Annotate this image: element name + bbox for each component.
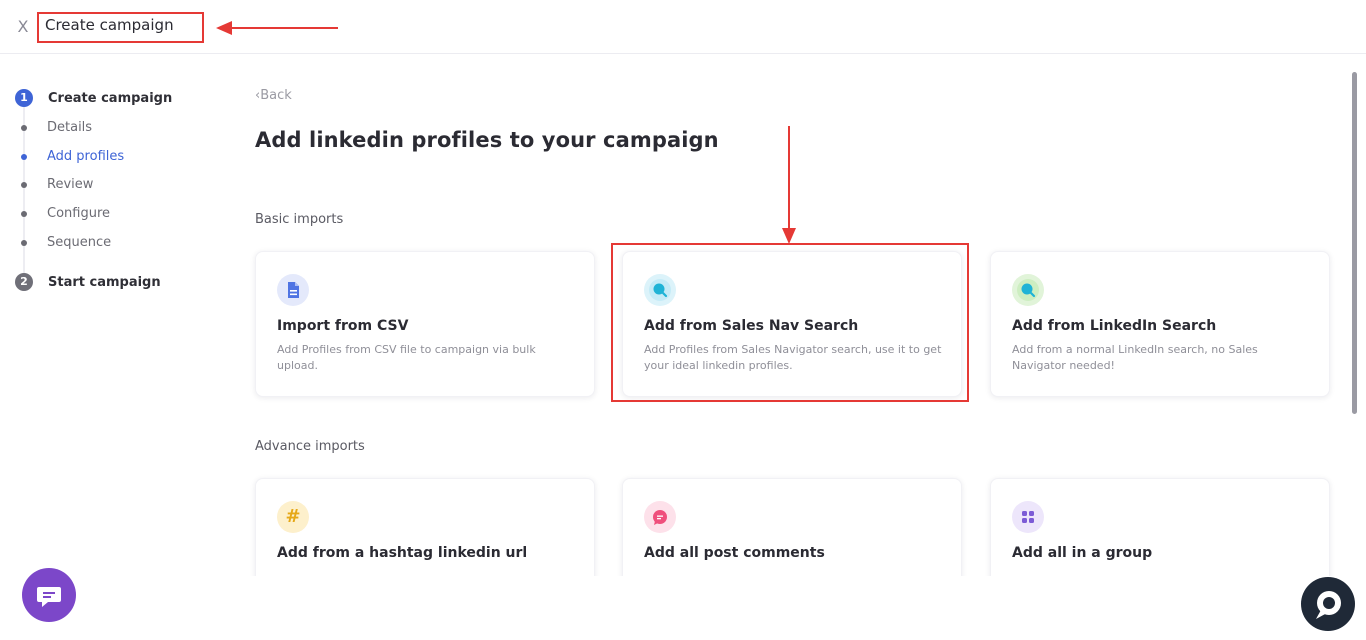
chat-icon: [37, 587, 61, 607]
substep-dot: [21, 125, 27, 131]
annotation-arrow-left: [216, 21, 338, 35]
annotation-arrow-down: [782, 126, 796, 244]
back-label: Back: [260, 88, 292, 103]
annotation-box-title: [37, 12, 204, 43]
step-title-create-campaign[interactable]: Create campaign: [48, 91, 172, 106]
document-icon: [277, 274, 309, 306]
substep-review[interactable]: Review: [47, 177, 93, 192]
section-title-basic: Basic imports: [255, 212, 344, 227]
card-import-csv[interactable]: Import from CSV Add Profiles from CSV fi…: [255, 251, 595, 397]
substep-dot: [21, 182, 27, 188]
step-number-1: 1: [15, 89, 33, 107]
card-description: Add Profiles from CSV file to campaign v…: [277, 343, 536, 372]
step-title-start-campaign[interactable]: Start campaign: [48, 275, 161, 290]
back-link[interactable]: ‹Back: [255, 88, 292, 103]
card-title: Add from LinkedIn Search: [1012, 318, 1217, 334]
hashtag-icon: #: [277, 501, 309, 533]
substep-sequence[interactable]: Sequence: [47, 235, 111, 250]
card-description: Add from a normal LinkedIn search, no Sa…: [1012, 343, 1258, 372]
substep-dot-current: [21, 154, 27, 160]
help-chat-icon: [1316, 591, 1341, 619]
group-icon: [1012, 501, 1044, 533]
substep-dot: [21, 240, 27, 246]
linkedin-search-icon: [1012, 274, 1044, 306]
card-linkedin-search[interactable]: Add from LinkedIn Search Add from a norm…: [990, 251, 1330, 397]
card-title: Import from CSV: [277, 318, 409, 334]
substep-details[interactable]: Details: [47, 120, 92, 135]
help-widget-button[interactable]: [1301, 577, 1355, 631]
substep-add-profiles[interactable]: Add profiles: [47, 149, 124, 164]
scrollbar-thumb[interactable]: [1352, 72, 1357, 414]
top-bar: X Create campaign: [0, 0, 1366, 54]
substep-dot: [21, 211, 27, 217]
page-title: Add linkedin profiles to your campaign: [255, 128, 719, 152]
section-title-advance: Advance imports: [255, 439, 365, 454]
substep-configure[interactable]: Configure: [47, 206, 110, 221]
chat-button[interactable]: [22, 568, 76, 622]
comment-icon: [644, 501, 676, 533]
card-title: Add from a hashtag linkedin url: [277, 545, 528, 561]
card-title: Add all post comments: [644, 545, 825, 561]
step-number-2: 2: [15, 273, 33, 291]
close-icon[interactable]: X: [15, 17, 31, 37]
annotation-box-card: [611, 243, 969, 402]
card-title: Add all in a group: [1012, 545, 1153, 561]
bottom-cutoff: [0, 576, 1366, 640]
